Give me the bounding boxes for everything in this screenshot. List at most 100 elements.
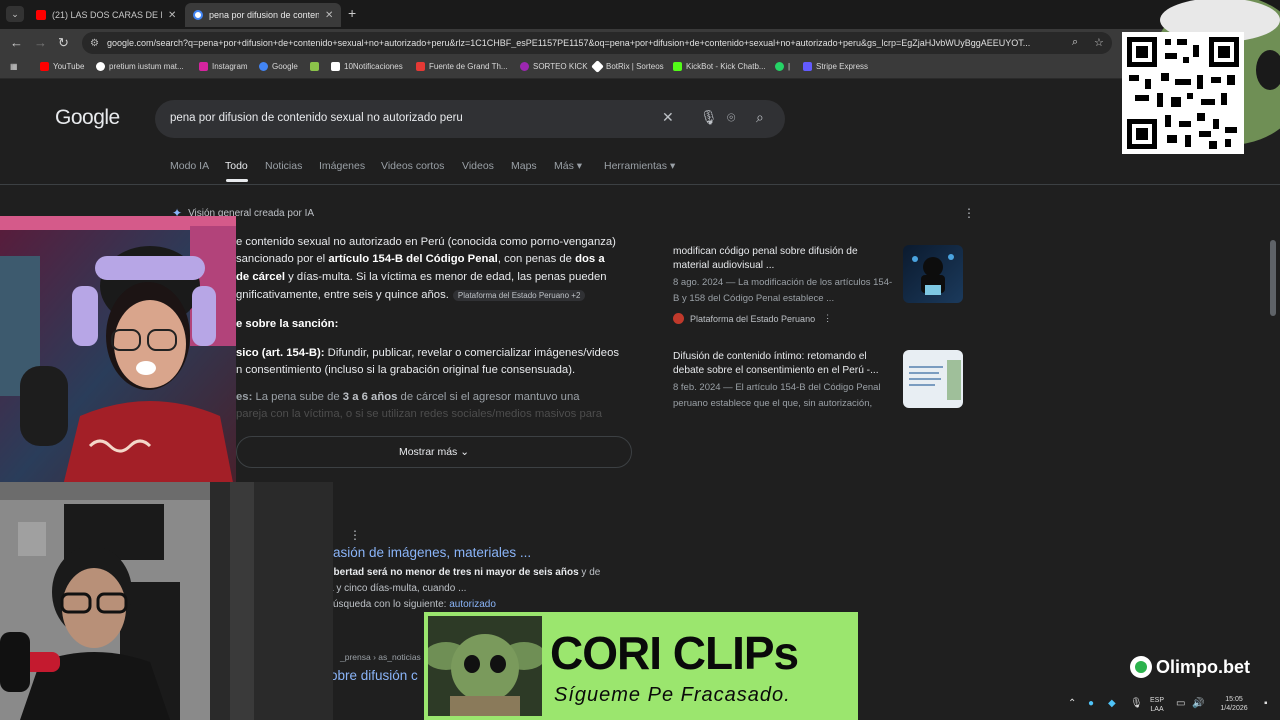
result-breadcrumb[interactable]: _prensa › as_noticias (340, 652, 421, 662)
reload-icon[interactable]: ↻ (58, 35, 69, 51)
tab-herramientas[interactable]: Herramientas ▾ (604, 160, 675, 172)
bookmark-botrix[interactable]: BotRix | Sorteos (591, 60, 664, 73)
screen: ⌄ (21) LAS DOS CARAS DE LA MO ✕ pena por… (0, 0, 1280, 720)
stripe-icon (803, 62, 812, 71)
tab-search-button[interactable]: ⌄ (6, 6, 24, 22)
search-box[interactable]: pena por difusion de contenido sexual no… (155, 100, 785, 138)
tab-maps[interactable]: Maps (511, 160, 537, 172)
card-title[interactable]: Difusión de contenido íntimo: retomando … (673, 350, 893, 378)
guest-webcam-image (0, 482, 333, 720)
close-icon[interactable]: ✕ (168, 10, 176, 21)
tab-videos[interactable]: Videos (462, 160, 494, 172)
tab-imagenes[interactable]: Imágenes (319, 160, 365, 172)
ai-overview-line: e contenido sexual no autorizado en Perú… (236, 236, 616, 248)
bookmark-whatsapp[interactable]: | (775, 62, 790, 71)
system-tray: ⌃ ● ◆ 🎙 ESP LAA ▭ 🔊 15:05 1/4/2026 ▪ (1060, 690, 1280, 720)
ai-overview-line: es: La pena sube de 3 a 6 años de cárcel… (236, 391, 580, 403)
qr-code-icon (1125, 35, 1241, 151)
streamer-webcam-top (0, 216, 236, 498)
site-info-icon[interactable]: ⚙ (90, 38, 99, 49)
tab-google-search[interactable]: pena por difusion de contenido ✕ (185, 3, 342, 27)
more-options-icon[interactable]: ⋮ (823, 313, 832, 324)
guest-webcam-bottom (0, 482, 333, 720)
yoda-icon (428, 616, 542, 716)
search-icon[interactable]: ⌕ (756, 109, 764, 126)
volume-icon[interactable]: 🔊 (1192, 698, 1204, 709)
bookmark-sorteo-kick[interactable]: SORTEO KICK (520, 62, 588, 71)
tab-todo[interactable]: Todo (225, 160, 248, 172)
lens-icon[interactable]: ⌾ (727, 109, 735, 126)
bookmark-gta[interactable]: Fuente de Grand Th... (416, 62, 508, 71)
tab-videos-cortos[interactable]: Videos cortos (381, 160, 444, 172)
bookmark-instagram[interactable]: Instagram (199, 62, 248, 71)
chevron-down-icon: ⌄ (460, 446, 470, 458)
tab-youtube[interactable]: (21) LAS DOS CARAS DE LA MO ✕ (28, 3, 184, 27)
page-scrollbar[interactable] (1270, 240, 1276, 316)
browser-tabstrip: ⌄ (21) LAS DOS CARAS DE LA MO ✕ pena por… (0, 0, 1280, 29)
url-text[interactable]: google.com/search?q=pena+por+difusion+de… (107, 38, 1067, 48)
hacker-illustration-icon (912, 254, 954, 295)
input-language[interactable]: ESP LAA (1150, 696, 1164, 714)
tab-noticias[interactable]: Noticias (265, 160, 302, 172)
sponsor-logo: Olimpo.bet (1130, 656, 1250, 678)
bookmark-pretium[interactable]: pretium iustum mat... (96, 62, 184, 71)
zoom-icon[interactable]: ⌕ (1072, 36, 1078, 49)
close-icon[interactable]: ✕ (325, 10, 333, 21)
tab-title: (21) LAS DOS CARAS DE LA MO (52, 10, 162, 20)
tab-mas[interactable]: Más ▾ (554, 160, 582, 172)
result-title-link[interactable]: obre difusión c (330, 668, 418, 683)
bookmark-stripe[interactable]: Stripe Express (803, 62, 868, 71)
bookmark-x[interactable]: 10Notificaciones (331, 62, 403, 71)
card-source: Plataforma del Estado Peruano ⋮ (673, 313, 832, 324)
document-thumbnail-icon (909, 360, 961, 400)
bookmark-kickbot[interactable]: KickBot - Kick Chatb... (673, 62, 766, 71)
header-divider (0, 184, 1280, 185)
google-icon (193, 10, 203, 20)
apps-icon[interactable]: ▦ (10, 62, 18, 71)
tab-modo-ia[interactable]: Modo IA (170, 160, 209, 172)
cori-clips-banner: CORI CLIPs Sígueme Pe Fracasado. (424, 612, 858, 720)
back-icon[interactable]: ← (10, 35, 23, 50)
ai-overview-line: sancionado por el artículo 154-B del Cód… (236, 253, 605, 265)
notifications-icon[interactable]: ▪ (1264, 698, 1268, 709)
bookmark-google[interactable]: Google (259, 62, 298, 71)
x-icon (331, 62, 340, 71)
google-logo[interactable]: Google (55, 106, 120, 130)
result-title-link[interactable]: asión de imágenes, materiales ... (333, 545, 531, 560)
bookmark-star-icon[interactable]: ☆ (1094, 36, 1104, 49)
microphone-icon[interactable]: 🎙 (1130, 698, 1143, 709)
sparkle-icon (310, 62, 319, 71)
clear-icon[interactable]: ✕ (662, 109, 674, 126)
banner-subtitle: Sígueme Pe Fracasado. (554, 684, 791, 706)
qr-code[interactable] (1122, 32, 1244, 154)
tab-title: pena por difusion de contenido (209, 10, 319, 20)
source-card[interactable]: modifican código penal sobre difusión de… (660, 245, 976, 325)
edge-tray-icon[interactable]: ◆ (1108, 698, 1116, 709)
card-snippet: 8 ago. 2024 — La modificación de los art… (673, 277, 893, 304)
more-options-icon[interactable]: ⋮ (963, 206, 975, 220)
more-options-icon[interactable]: ⋮ (349, 528, 361, 542)
bookmark-gemini[interactable] (310, 62, 323, 71)
result-snippet: a y cinco días-multa, cuando ... (328, 583, 467, 594)
active-tab-indicator (226, 179, 248, 182)
network-icon[interactable]: ▭ (1176, 698, 1185, 709)
source-chip[interactable]: Plataforma del Estado Peruano +2 (452, 289, 586, 301)
address-bar[interactable]: ⚙ google.com/search?q=pena+por+difusion+… (82, 32, 1112, 54)
show-more-button[interactable]: Mostrar más ⌄ (236, 436, 632, 468)
new-tab-button[interactable]: + (348, 5, 356, 21)
source-card[interactable]: Difusión de contenido íntimo: retomando … (660, 350, 976, 430)
ai-overview-line-faded: pareja con la víctima, o si se utilizan … (236, 408, 603, 420)
app-tray-icon[interactable]: ● (1088, 698, 1094, 709)
chevron-up-icon[interactable]: ⌃ (1068, 698, 1076, 709)
ai-overview-line: sico (art. 154-B): Difundir, publicar, r… (236, 347, 620, 359)
bookmark-youtube[interactable]: YouTube (40, 62, 84, 71)
search-query[interactable]: pena por difusion de contenido sexual no… (170, 112, 463, 124)
card-thumbnail[interactable] (903, 245, 963, 303)
kick-icon (520, 62, 529, 71)
card-thumbnail[interactable] (903, 350, 963, 408)
clock[interactable]: 15:05 1/4/2026 (1214, 695, 1254, 713)
microphone-icon[interactable]: 🎙 (700, 109, 718, 126)
forward-icon[interactable]: → (34, 35, 47, 50)
card-title[interactable]: modifican código penal sobre difusión de… (673, 245, 893, 273)
whatsapp-icon (775, 62, 784, 71)
